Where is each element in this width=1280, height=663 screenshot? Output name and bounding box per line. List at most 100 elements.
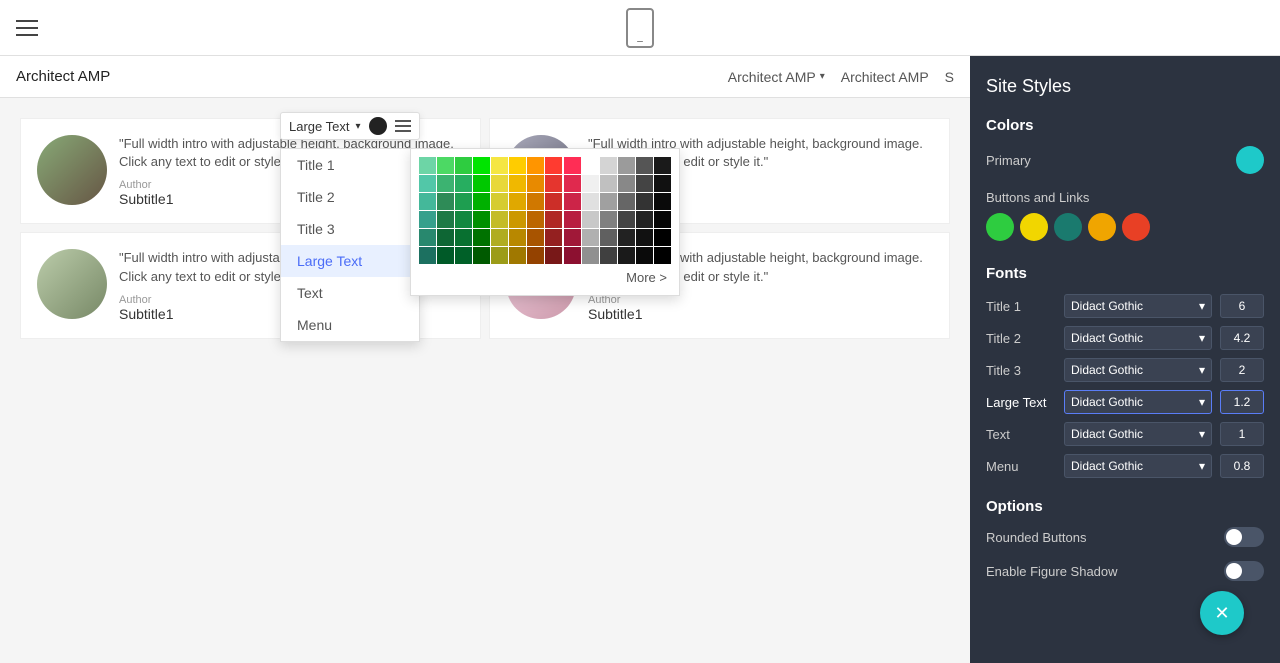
color-cell[interactable] bbox=[491, 229, 508, 246]
color-cell[interactable] bbox=[545, 175, 562, 192]
color-cell[interactable] bbox=[437, 175, 454, 192]
align-button[interactable] bbox=[395, 120, 411, 132]
color-cell[interactable] bbox=[654, 229, 671, 246]
swatch-red[interactable] bbox=[1122, 213, 1150, 241]
color-cell[interactable] bbox=[419, 229, 436, 246]
color-cell[interactable] bbox=[509, 229, 526, 246]
menu-icon[interactable] bbox=[16, 20, 38, 36]
menu-item-text[interactable]: Text bbox=[281, 277, 419, 309]
color-cell[interactable] bbox=[582, 157, 599, 174]
color-cell[interactable] bbox=[582, 193, 599, 210]
color-cell[interactable] bbox=[545, 157, 562, 174]
color-cell[interactable] bbox=[564, 193, 581, 210]
font-family-select[interactable]: Didact Gothic ▾ bbox=[1064, 390, 1212, 414]
text-style-dropdown[interactable]: Large Text ▾ bbox=[289, 119, 361, 134]
swatch-yellow[interactable] bbox=[1020, 213, 1048, 241]
color-cell[interactable] bbox=[455, 157, 472, 174]
color-cell[interactable] bbox=[419, 175, 436, 192]
color-cell[interactable] bbox=[600, 247, 617, 264]
color-cell[interactable] bbox=[473, 193, 490, 210]
color-cell[interactable] bbox=[437, 157, 454, 174]
swatch-orange[interactable] bbox=[1088, 213, 1116, 241]
color-cell[interactable] bbox=[437, 193, 454, 210]
close-button[interactable]: ✕ bbox=[1200, 591, 1244, 635]
color-cell[interactable] bbox=[545, 193, 562, 210]
color-cell[interactable] bbox=[509, 157, 526, 174]
color-cell[interactable] bbox=[564, 157, 581, 174]
color-cell[interactable] bbox=[527, 229, 544, 246]
color-cell[interactable] bbox=[509, 193, 526, 210]
color-cell[interactable] bbox=[455, 211, 472, 228]
color-button[interactable] bbox=[369, 117, 387, 135]
font-size-input[interactable] bbox=[1220, 454, 1264, 478]
color-cell[interactable] bbox=[473, 229, 490, 246]
color-cell[interactable] bbox=[491, 193, 508, 210]
nav-link-2[interactable]: Architect AMP bbox=[841, 69, 929, 85]
color-cell[interactable] bbox=[419, 211, 436, 228]
color-cell[interactable] bbox=[618, 157, 635, 174]
menu-item-title2[interactable]: Title 2 bbox=[281, 181, 419, 213]
color-cell[interactable] bbox=[455, 193, 472, 210]
font-size-input[interactable] bbox=[1220, 358, 1264, 382]
color-cell[interactable] bbox=[473, 175, 490, 192]
color-cell[interactable] bbox=[473, 211, 490, 228]
color-cell[interactable] bbox=[618, 193, 635, 210]
font-size-input[interactable] bbox=[1220, 390, 1264, 414]
menu-item-title1[interactable]: Title 1 bbox=[281, 149, 419, 181]
color-cell[interactable] bbox=[654, 157, 671, 174]
color-cell[interactable] bbox=[654, 193, 671, 210]
color-cell[interactable] bbox=[491, 211, 508, 228]
color-cell[interactable] bbox=[636, 193, 653, 210]
color-cell[interactable] bbox=[545, 247, 562, 264]
menu-item-large-text[interactable]: Large Text bbox=[281, 245, 419, 277]
color-cell[interactable] bbox=[618, 211, 635, 228]
color-cell[interactable] bbox=[582, 175, 599, 192]
primary-color-swatch[interactable] bbox=[1236, 146, 1264, 174]
color-cell[interactable] bbox=[509, 175, 526, 192]
color-cell[interactable] bbox=[582, 247, 599, 264]
color-cell[interactable] bbox=[419, 193, 436, 210]
color-cell[interactable] bbox=[636, 229, 653, 246]
font-family-select[interactable]: Didact Gothic ▾ bbox=[1064, 294, 1212, 318]
color-cell[interactable] bbox=[419, 247, 436, 264]
font-family-select[interactable]: Didact Gothic ▾ bbox=[1064, 422, 1212, 446]
color-cell[interactable] bbox=[527, 193, 544, 210]
color-cell[interactable] bbox=[527, 247, 544, 264]
menu-item-menu[interactable]: Menu bbox=[281, 309, 419, 341]
font-size-input[interactable] bbox=[1220, 294, 1264, 318]
color-cell[interactable] bbox=[600, 229, 617, 246]
menu-item-title3[interactable]: Title 3 bbox=[281, 213, 419, 245]
toggle-0[interactable] bbox=[1224, 527, 1264, 547]
color-cell[interactable] bbox=[419, 157, 436, 174]
color-cell[interactable] bbox=[527, 157, 544, 174]
color-cell[interactable] bbox=[600, 175, 617, 192]
color-cell[interactable] bbox=[437, 229, 454, 246]
color-cell[interactable] bbox=[455, 247, 472, 264]
color-cell[interactable] bbox=[564, 247, 581, 264]
font-size-input[interactable] bbox=[1220, 326, 1264, 350]
color-cell[interactable] bbox=[473, 157, 490, 174]
color-cell[interactable] bbox=[600, 157, 617, 174]
font-family-select[interactable]: Didact Gothic ▾ bbox=[1064, 454, 1212, 478]
color-cell[interactable] bbox=[473, 247, 490, 264]
color-cell[interactable] bbox=[618, 247, 635, 264]
color-cell[interactable] bbox=[636, 175, 653, 192]
color-cell[interactable] bbox=[491, 247, 508, 264]
color-cell[interactable] bbox=[600, 211, 617, 228]
color-cell[interactable] bbox=[582, 229, 599, 246]
font-family-select[interactable]: Didact Gothic ▾ bbox=[1064, 358, 1212, 382]
color-cell[interactable] bbox=[509, 211, 526, 228]
swatch-green[interactable] bbox=[986, 213, 1014, 241]
color-cell[interactable] bbox=[491, 157, 508, 174]
color-cell[interactable] bbox=[654, 175, 671, 192]
nav-link-1[interactable]: Architect AMP ▾ bbox=[728, 69, 825, 85]
color-cell[interactable] bbox=[636, 211, 653, 228]
nav-link-3[interactable]: S bbox=[945, 69, 954, 85]
color-cell[interactable] bbox=[564, 175, 581, 192]
color-cell[interactable] bbox=[437, 211, 454, 228]
color-cell[interactable] bbox=[618, 229, 635, 246]
color-cell[interactable] bbox=[654, 247, 671, 264]
color-cell[interactable] bbox=[509, 247, 526, 264]
color-cell[interactable] bbox=[618, 175, 635, 192]
more-colors-link[interactable]: More > bbox=[419, 264, 671, 287]
